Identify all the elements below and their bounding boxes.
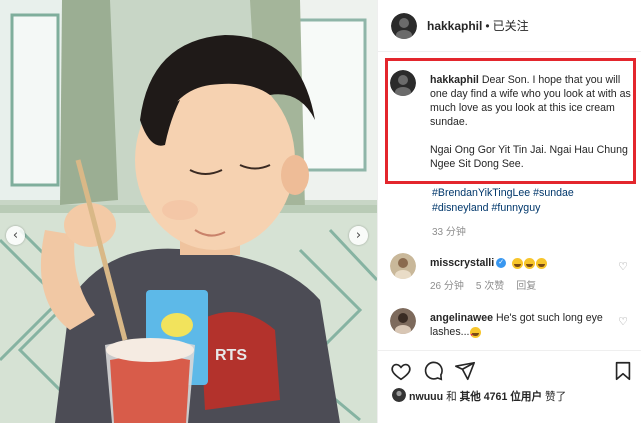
comment-timestamp: 26 分钟 — [430, 281, 464, 292]
separator-dot: • — [485, 19, 490, 33]
heart-icon[interactable] — [390, 360, 412, 382]
heart-eyes-face-icon — [470, 326, 482, 342]
grinning-face-icon — [536, 257, 548, 269]
comment-icon[interactable] — [422, 360, 444, 382]
next-photo-button[interactable]: › — [349, 226, 368, 245]
caption-text-second: Ngai Ong Gor Yit Tin Jai. Ngai Hau Chung… — [430, 144, 628, 170]
hashtag-link[interactable]: #disneyland — [432, 202, 489, 214]
reply-button[interactable]: 回复 — [516, 281, 536, 292]
bookmark-icon[interactable] — [612, 360, 634, 382]
likes-and: 和 — [446, 391, 457, 403]
caption-avatar[interactable] — [390, 70, 416, 96]
caption-username[interactable]: hakkaphil — [430, 74, 479, 86]
comment-like-heart-icon[interactable]: ♡ — [618, 260, 628, 273]
author-line: hakkaphil • 已关注 — [427, 17, 529, 34]
post-side-panel: hakkaphil • 已关注 hakkaphil Dear Son. I hope… — [377, 0, 641, 423]
hashtag-link[interactable]: #BrendanYikTingLee — [432, 187, 530, 199]
likes-count[interactable]: 4761 位用户 — [484, 391, 542, 403]
likes-suffix: 赞了 — [545, 391, 567, 403]
grinning-face-icon — [524, 257, 536, 269]
svg-text:RTS: RTS — [215, 347, 247, 364]
hashtag-link[interactable]: #funnyguy — [492, 202, 541, 214]
hashtag-list: #BrendanYikTingLee #sundae #disneyland #… — [432, 186, 632, 216]
hashtag-link[interactable]: #sundae — [533, 187, 574, 199]
follow-status-button[interactable]: 已关注 — [493, 19, 529, 33]
comment-like-heart-icon[interactable]: ♡ — [618, 315, 628, 328]
author-avatar[interactable] — [391, 13, 417, 39]
comment-likes-count[interactable]: 5 次赞 — [476, 281, 504, 292]
grinning-face-icon — [512, 257, 524, 269]
comment-body: angelinawee He's got such long eye lashe… — [430, 311, 605, 342]
caption-timestamp: 33 分钟 — [432, 227, 466, 238]
caption-body: hakkaphil Dear Son. I hope that you will… — [430, 73, 635, 171]
post-photo: RTS ‹ › — [0, 0, 377, 423]
likes-others[interactable]: 其他 — [460, 391, 481, 403]
previous-photo-button[interactable]: ‹ — [6, 226, 25, 245]
likes-text: nwuuu 和 其他 4761 位用户 赞了 — [409, 389, 566, 404]
post-actions-bar — [378, 350, 641, 386]
liker-username[interactable]: nwuuu — [409, 391, 443, 403]
commenter-avatar[interactable] — [390, 308, 416, 334]
photo-illustration: RTS — [0, 0, 377, 423]
comment-meta: 26 分钟 5 次赞 回复 — [430, 277, 548, 292]
commenter-avatar[interactable] — [390, 253, 416, 279]
share-icon[interactable] — [454, 360, 476, 382]
commenter-username[interactable]: misscrystalli — [430, 257, 494, 269]
author-username[interactable]: hakkaphil — [427, 19, 482, 33]
verified-badge-icon: ✓ — [496, 258, 507, 269]
post-header: hakkaphil • 已关注 — [378, 0, 641, 52]
comment-body: misscrystalli ✓ — [430, 256, 605, 270]
commenter-username[interactable]: angelinawee — [430, 312, 493, 324]
liker-avatar[interactable] — [392, 388, 406, 402]
